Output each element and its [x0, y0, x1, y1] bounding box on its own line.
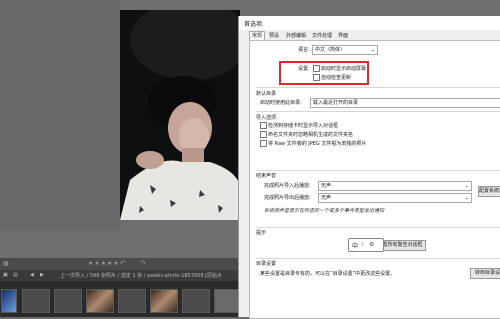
left-panel-area	[0, 0, 120, 230]
ime-settings-icon[interactable]: ⚙	[369, 241, 374, 248]
default-catalog-value: 载入最近打开的目录	[313, 100, 359, 106]
divider	[256, 170, 500, 171]
tab-external-editing[interactable]: 外部编辑	[284, 32, 308, 40]
go-to-catalog-settings-button[interactable]: 转到目录设置	[470, 268, 500, 279]
import-option-label-1: 检测到存储卡时显示导入对话框	[268, 123, 339, 129]
default-catalog-select[interactable]: 载入最近打开的目录	[310, 98, 500, 108]
divider	[256, 111, 500, 112]
import-option-checkbox-3[interactable]	[260, 140, 267, 147]
rotate-left-icon[interactable]: ↶	[120, 259, 126, 267]
completion-sounds-heading: 结束声音	[256, 173, 277, 179]
import-sound-value: 无声	[321, 183, 332, 189]
highlight-annotation-box	[279, 61, 369, 85]
default-catalog-heading: 默认目录	[256, 91, 277, 97]
divider	[256, 87, 500, 88]
import-options-heading: 导入选项	[256, 115, 277, 121]
tab-general[interactable]: 常规	[249, 31, 266, 40]
chevron-down-icon: ⌄	[464, 183, 469, 189]
import-option-label-3: 将 Raw 文件旁的 JPEG 文件视为单独的照片	[268, 141, 367, 147]
language-label: 语言:	[298, 47, 310, 53]
export-sound-value: 无声	[321, 195, 332, 201]
filmstrip-thumbnail[interactable]	[150, 289, 178, 313]
main-photo-preview[interactable]	[120, 10, 240, 220]
back-arrow-icon[interactable]: ◀	[30, 272, 34, 278]
import-option-checkbox-2[interactable]	[260, 131, 267, 138]
portrait-photo	[120, 10, 240, 220]
tab-interface[interactable]: 界面	[336, 32, 350, 40]
divider	[256, 258, 500, 259]
filmstrip-info-text: 上一次导入 / 598 张照片 / 选定 1 张 / pexels-photo-…	[60, 273, 223, 279]
grid-view-icon[interactable]: ▦	[3, 260, 9, 267]
ime-toolbar[interactable]: 中 ☾ ⚙	[348, 238, 384, 252]
export-sound-select[interactable]: 无声 ⌄	[318, 193, 472, 203]
tab-file-handling[interactable]: 文件处理	[310, 32, 334, 40]
default-catalog-label: 启动时使用此目录:	[260, 100, 302, 106]
filmstrip-thumbnail[interactable]	[54, 289, 82, 313]
import-option-label-2: 命名文件夹时忽略相机生成的文件夹名	[268, 132, 354, 138]
filmstrip-view-icon-2[interactable]: ▤	[13, 272, 18, 278]
filmstrip-thumbnail[interactable]	[1, 289, 17, 313]
catalog-settings-heading: 目录设置	[256, 261, 277, 267]
filmstrip-thumbnail[interactable]	[118, 289, 146, 313]
sound-note: 系统将声音显示在所选的一个或多个事件类型发出通知	[264, 208, 385, 214]
preferences-tabs: 常规 预设 外部编辑 文件处理 界面	[239, 30, 500, 40]
import-option-checkbox-1[interactable]	[260, 122, 267, 129]
filmstrip-thumbnail[interactable]	[22, 289, 50, 313]
import-sound-select[interactable]: 无声 ⌄	[318, 181, 472, 191]
filmstrip-thumbnail[interactable]	[182, 289, 210, 313]
dialog-title: 首选项	[244, 21, 263, 28]
tips-heading: 提示	[256, 230, 267, 236]
language-value: 中文（简体）	[315, 47, 346, 53]
preferences-dialog: 首选项 常规 预设 外部编辑 文件处理 界面 语言: 中文（简体） ⌄ 设置: …	[238, 16, 500, 319]
filmstrip-thumbnail[interactable]	[86, 289, 114, 313]
ime-mode-indicator[interactable]: 中	[352, 241, 358, 250]
dialog-title-bar: 首选项	[239, 16, 500, 30]
filmstrip-view-icon-1[interactable]: ▣	[3, 272, 8, 278]
tab-presets[interactable]: 预设	[267, 32, 281, 40]
forward-arrow-icon[interactable]: ▶	[40, 272, 44, 278]
chevron-down-icon: ⌄	[464, 195, 469, 201]
import-sound-label: 完成照片导入后播放:	[264, 183, 311, 189]
catalog-settings-note: 某些设置是目录专有的，可以在“目录设置”中更改这些设置。	[260, 271, 396, 277]
rating-stars[interactable]: ★★★★★	[88, 260, 120, 267]
divider	[256, 227, 500, 228]
language-select[interactable]: 中文（简体） ⌄	[312, 45, 378, 55]
ime-moon-icon[interactable]: ☾	[361, 241, 366, 248]
chevron-down-icon: ⌄	[370, 47, 375, 53]
export-sound-label: 完成照片导出后播放:	[264, 195, 311, 201]
configure-system-sounds-button[interactable]: 配置系统声音	[478, 186, 500, 197]
rotate-right-icon[interactable]: ↷	[140, 259, 146, 267]
